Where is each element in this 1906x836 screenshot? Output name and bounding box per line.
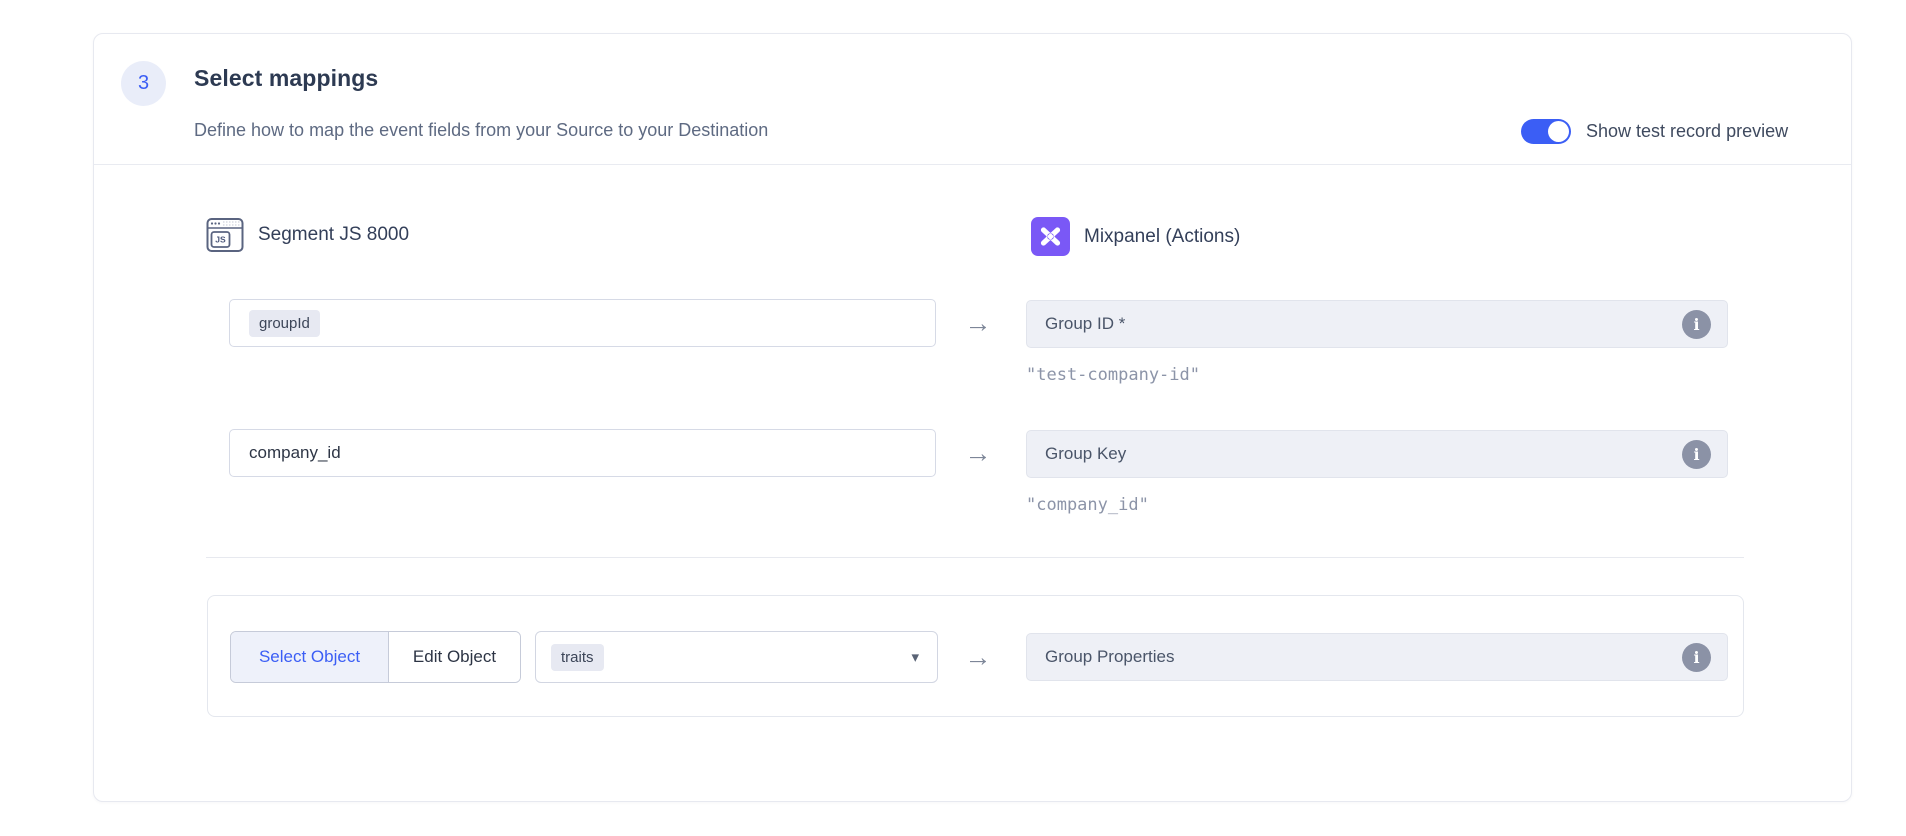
toggle-knob: [1548, 121, 1569, 142]
mapping-arrow-icon: →: [963, 309, 993, 337]
edit-object-button[interactable]: Edit Object: [389, 632, 520, 682]
section-title: Select mappings: [194, 63, 378, 93]
js-icon-text: JS: [215, 235, 226, 245]
destination-name: Mixpanel (Actions): [1084, 226, 1240, 248]
field-token: groupId: [249, 310, 320, 337]
destination-field-label: Group ID *: [1045, 314, 1682, 334]
destination-field-label: Group Properties: [1045, 647, 1682, 667]
toggle-label: Show test record preview: [1586, 119, 1788, 144]
chevron-down-icon: ▾: [911, 648, 919, 666]
header-divider: [94, 164, 1851, 165]
section-subtitle: Define how to map the event fields from …: [194, 118, 768, 142]
mixpanel-icon: [1031, 217, 1070, 256]
destination-header: Mixpanel (Actions): [1031, 217, 1240, 256]
destination-field-label: Group Key: [1045, 444, 1682, 464]
source-field-input-1[interactable]: groupId: [229, 299, 936, 347]
object-mode-button-group: Select Object Edit Object: [230, 631, 521, 683]
source-field-input-2[interactable]: company_id: [229, 429, 936, 477]
test-preview-value: "test-company-id": [1026, 364, 1200, 386]
section-divider: [206, 557, 1744, 558]
object-path-select[interactable]: traits ▾: [535, 631, 938, 683]
source-header: JS Segment JS 8000: [206, 217, 409, 253]
show-test-record-toggle[interactable]: [1521, 119, 1571, 144]
info-icon[interactable]: i: [1682, 440, 1711, 469]
info-icon[interactable]: i: [1682, 643, 1711, 672]
destination-field-group-id: Group ID * i: [1026, 300, 1728, 348]
field-text: company_id: [249, 443, 341, 463]
step-badge: 3: [121, 61, 166, 106]
destination-field-group-properties: Group Properties i: [1026, 633, 1728, 681]
info-icon[interactable]: i: [1682, 310, 1711, 339]
test-preview-value: "company_id": [1026, 494, 1149, 516]
destination-field-group-key: Group Key i: [1026, 430, 1728, 478]
mapping-arrow-icon: →: [963, 439, 993, 467]
step-number: 3: [138, 72, 149, 95]
select-mappings-card: 3 Select mappings Define how to map the …: [93, 33, 1852, 802]
mapping-arrow-icon: →: [963, 643, 993, 671]
browser-js-icon: JS: [206, 217, 244, 253]
field-token: traits: [551, 644, 604, 671]
select-object-button[interactable]: Select Object: [231, 632, 389, 682]
source-name: Segment JS 8000: [258, 224, 409, 246]
